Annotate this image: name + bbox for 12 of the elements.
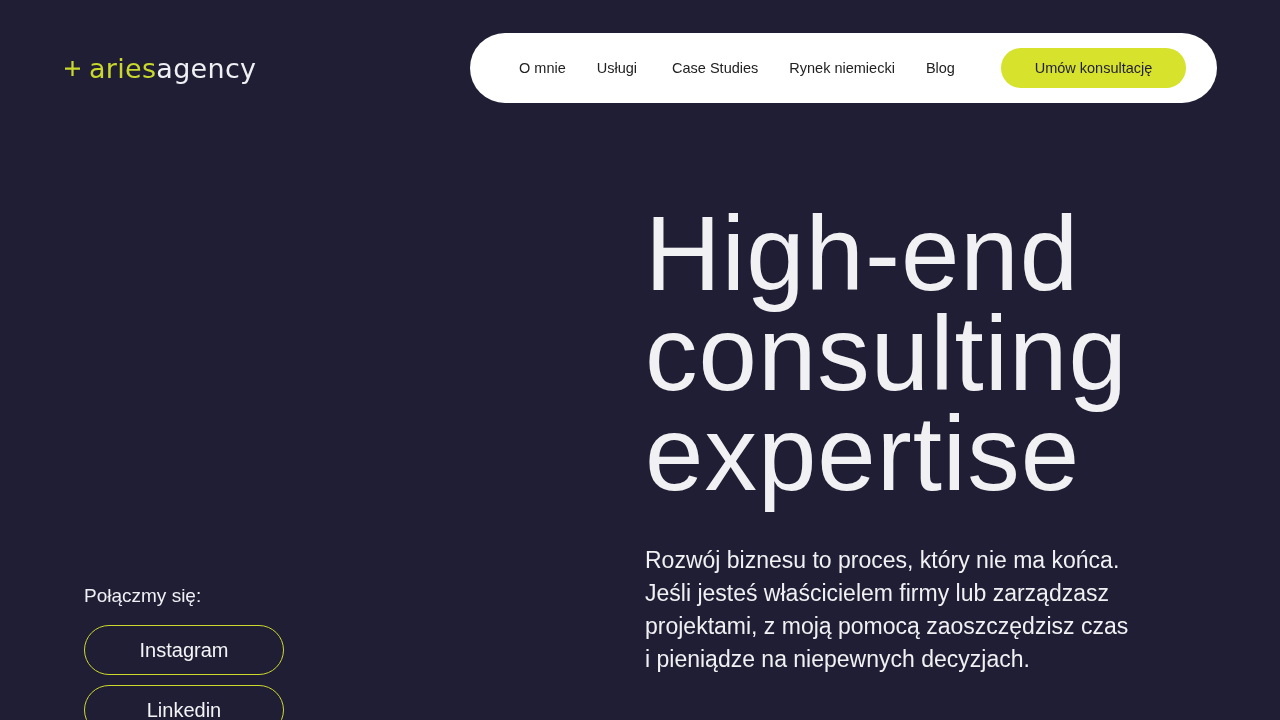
nav-link[interactable]: Rynek niemiecki [789, 60, 895, 76]
nav-link[interactable]: Usługi [596, 60, 638, 76]
nav-link[interactable]: Case Studies [672, 60, 759, 76]
nav-link[interactable]: Blog [925, 60, 955, 76]
hero-heading: High-end consulting expertise [645, 194, 1129, 514]
hero-description: Rozwój biznesu to proces, który nie ma końca. Jeśli jesteś właścicielem firmy lub zarządzasz projektami, z moją pomocą zaoszczędzisz czas i pieniądze na niepewnych decyzjach. [645, 546, 1129, 674]
plus-icon [65, 60, 80, 76]
logo-text[interactable]: ariesagency [89, 52, 257, 84]
consultation-button[interactable]: Umów konsultację [1001, 48, 1186, 88]
social-link-button[interactable]: Instagram [84, 625, 284, 675]
contact-label: Połączmy się: [84, 584, 202, 608]
nav-link[interactable]: O mnie [519, 60, 566, 76]
